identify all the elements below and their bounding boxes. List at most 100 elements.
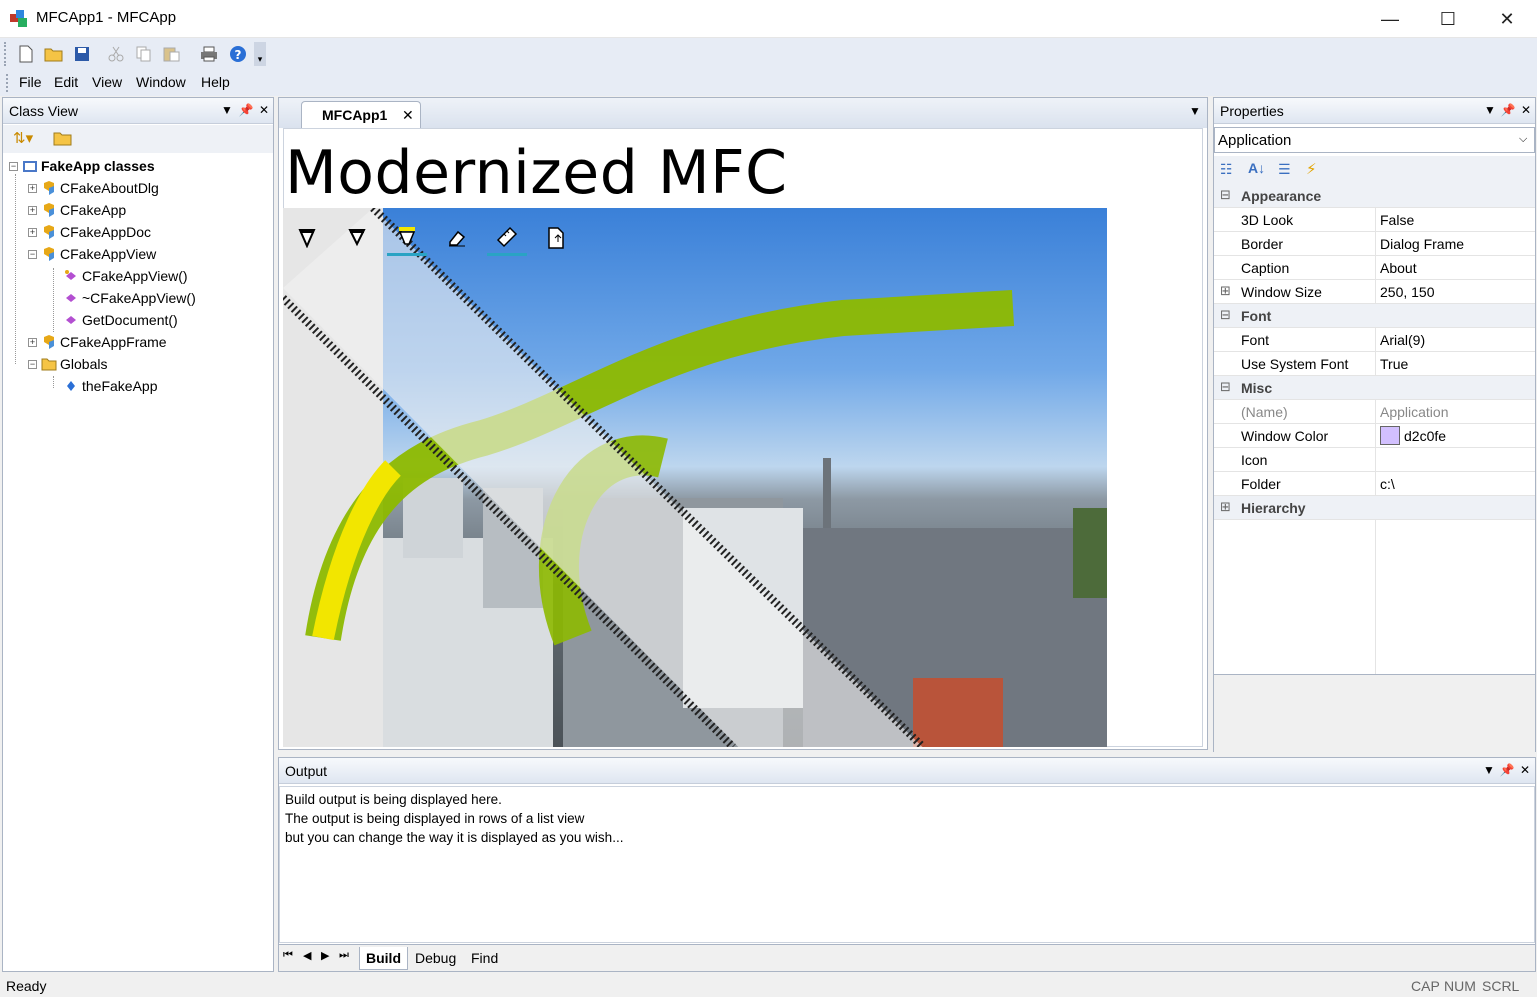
property-value[interactable]: False	[1380, 212, 1414, 228]
property-row[interactable]: Border Dialog Frame	[1214, 232, 1535, 256]
ruler-button[interactable]	[487, 220, 527, 256]
tree-item-constructor[interactable]: CFakeAppView()	[63, 265, 188, 287]
menu-help[interactable]: Help	[201, 74, 230, 90]
toolbar-gripper[interactable]	[4, 42, 6, 66]
first-tab-icon[interactable]: ⏮	[283, 949, 293, 962]
property-value[interactable]: Arial(9)	[1380, 332, 1425, 348]
print-button[interactable]	[197, 42, 221, 66]
close-button[interactable]: ✕	[1478, 0, 1536, 38]
property-row[interactable]: Caption About	[1214, 256, 1535, 280]
prev-tab-icon[interactable]: ◀	[303, 949, 311, 962]
tree-item-cfakeaboutdlg[interactable]: + CFakeAboutDlg	[28, 177, 159, 199]
eraser-button[interactable]	[437, 220, 477, 256]
tree-item-thefakeapp[interactable]: theFakeApp	[63, 375, 158, 397]
expand-icon[interactable]: ⊞	[1220, 499, 1231, 515]
next-tab-icon[interactable]: ▶	[321, 949, 329, 962]
ink-canvas[interactable]	[283, 208, 1107, 747]
property-value[interactable]: 250, 150	[1380, 284, 1435, 300]
collapse-icon[interactable]: −	[9, 161, 18, 171]
menu-view[interactable]: View	[92, 74, 122, 90]
tree-root[interactable]: − FakeApp classes	[9, 155, 155, 177]
property-value[interactable]: About	[1380, 260, 1417, 276]
export-button[interactable]	[537, 220, 577, 256]
property-row[interactable]: Icon	[1214, 448, 1535, 472]
tree-item-globals[interactable]: − Globals	[28, 353, 107, 375]
output-list[interactable]: Build output is being displayed here. Th…	[279, 786, 1535, 943]
tree-item-cfakeapp[interactable]: + CFakeApp	[28, 199, 126, 221]
expand-icon[interactable]: ⊞	[1220, 283, 1231, 299]
tree-item-getdocument[interactable]: GetDocument()	[63, 309, 178, 331]
copy-button[interactable]	[132, 42, 156, 66]
last-tab-icon[interactable]: ⏭	[339, 949, 349, 962]
ballpoint-pen-button[interactable]	[287, 220, 327, 256]
menu-window[interactable]: Window	[136, 74, 186, 90]
collapse-icon[interactable]: −	[28, 249, 37, 259]
expand-icon[interactable]: +	[28, 183, 37, 193]
document-tab[interactable]: MFCApp1 ✕	[301, 101, 421, 128]
property-pages-icon[interactable]: ☰	[1278, 161, 1291, 178]
tree-item-label: CFakeAboutDlg	[60, 180, 159, 196]
paste-button[interactable]	[160, 42, 184, 66]
property-category[interactable]: ⊟ Misc	[1214, 376, 1535, 400]
tab-build[interactable]: Build	[359, 947, 408, 970]
close-panel-icon[interactable]: ✕	[1518, 103, 1534, 117]
save-button[interactable]	[70, 42, 94, 66]
expand-icon[interactable]: +	[28, 205, 37, 215]
new-folder-icon[interactable]	[53, 130, 73, 146]
property-value[interactable]: Application	[1380, 404, 1449, 420]
pin-icon[interactable]: 📌	[1499, 763, 1515, 777]
pin-icon[interactable]: 📌	[238, 103, 254, 117]
highlighter-button[interactable]	[387, 220, 427, 256]
property-category[interactable]: ⊞ Hierarchy	[1214, 496, 1535, 520]
pencil-button[interactable]	[337, 220, 377, 256]
panel-menu-button[interactable]: ▼	[219, 103, 235, 117]
close-panel-icon[interactable]: ✕	[256, 103, 272, 117]
tab-debug[interactable]: Debug	[409, 947, 462, 969]
panel-menu-button[interactable]: ▼	[1482, 103, 1498, 117]
property-category[interactable]: ⊟ Font	[1214, 304, 1535, 328]
toolbar-options-button[interactable]: ▾	[254, 42, 266, 66]
expand-icon[interactable]: +	[28, 227, 37, 237]
menu-gripper[interactable]	[6, 74, 8, 92]
panel-menu-button[interactable]: ▼	[1481, 763, 1497, 777]
tab-list-icon[interactable]: ▼	[1189, 104, 1201, 118]
close-tab-icon[interactable]: ✕	[402, 107, 414, 124]
tree-item-cfakeappdoc[interactable]: + CFakeAppDoc	[28, 221, 151, 243]
property-row[interactable]: Font Arial(9)	[1214, 328, 1535, 352]
sort-icon[interactable]: ⇅▾	[13, 129, 33, 147]
expand-icon[interactable]: +	[28, 337, 37, 347]
help-button[interactable]: ?	[226, 42, 250, 66]
property-value[interactable]: d2c0fe	[1404, 428, 1446, 444]
menu-edit[interactable]: Edit	[54, 74, 78, 90]
tree-item-destructor[interactable]: ~CFakeAppView()	[63, 287, 196, 309]
property-row[interactable]: Folder c:\	[1214, 472, 1535, 496]
collapse-icon[interactable]: ⊟	[1220, 187, 1231, 203]
pin-icon[interactable]: 📌	[1500, 103, 1516, 117]
cut-button[interactable]	[104, 42, 128, 66]
menu-file[interactable]: File	[19, 74, 42, 90]
categorized-icon[interactable]: ☷	[1220, 161, 1233, 178]
alphabetical-icon[interactable]: A↓	[1248, 160, 1265, 176]
property-row[interactable]: Use System Font True	[1214, 352, 1535, 376]
property-row[interactable]: Window Color d2c0fe	[1214, 424, 1535, 448]
events-icon[interactable]: ⚡	[1306, 160, 1317, 178]
property-category[interactable]: ⊟ Appearance	[1214, 184, 1535, 208]
property-value[interactable]: True	[1380, 356, 1408, 372]
property-value[interactable]: c:\	[1380, 476, 1395, 492]
tree-item-cfakeappframe[interactable]: + CFakeAppFrame	[28, 331, 167, 353]
minimize-button[interactable]: —	[1361, 0, 1419, 38]
collapse-icon[interactable]: ⊟	[1220, 379, 1231, 395]
property-row[interactable]: (Name) Application	[1214, 400, 1535, 424]
property-value[interactable]: Dialog Frame	[1380, 236, 1464, 252]
tab-find[interactable]: Find	[465, 947, 504, 969]
tree-item-cfakeappview[interactable]: − CFakeAppView	[28, 243, 156, 265]
new-button[interactable]	[14, 42, 38, 66]
maximize-button[interactable]: ☐	[1419, 0, 1477, 38]
property-row[interactable]: 3D Look False	[1214, 208, 1535, 232]
object-combo[interactable]: Application ⌵	[1214, 127, 1535, 153]
collapse-icon[interactable]: −	[28, 359, 37, 369]
collapse-icon[interactable]: ⊟	[1220, 307, 1231, 323]
open-button[interactable]	[42, 42, 66, 66]
property-row[interactable]: ⊞ Window Size 250, 150	[1214, 280, 1535, 304]
close-panel-icon[interactable]: ✕	[1517, 763, 1533, 777]
